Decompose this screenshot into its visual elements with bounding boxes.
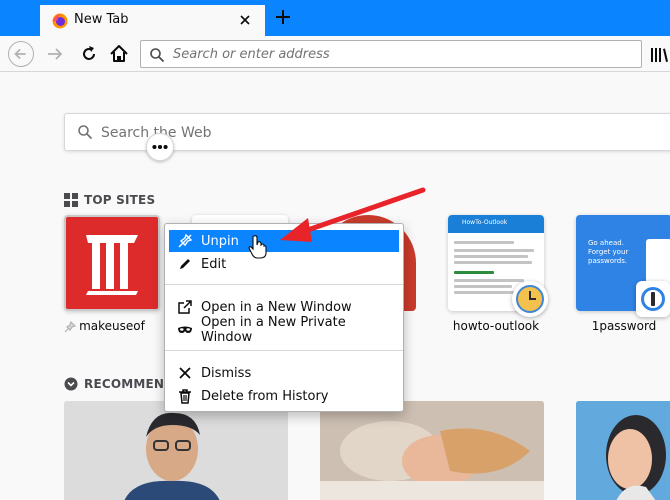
- site-label: howto-outlook: [452, 319, 540, 333]
- forward-arrow-icon[interactable]: [42, 41, 68, 67]
- recommended-heading[interactable]: RECOMMEND: [64, 377, 174, 391]
- menu-item-label: Edit: [201, 256, 227, 272]
- menu-item-label: Open in a New Private Window: [201, 315, 346, 345]
- more-options-icon[interactable]: [146, 133, 174, 161]
- makeuseof-thumbnail[interactable]: [64, 215, 160, 311]
- top-sites-heading[interactable]: TOP SITES: [64, 193, 155, 207]
- person-photo: [64, 401, 288, 500]
- menu-item-label: Unpin: [201, 233, 239, 249]
- back-arrow-icon[interactable]: [8, 41, 34, 67]
- search-icon: [150, 48, 165, 63]
- menu-item-edit[interactable]: Edit: [169, 253, 399, 275]
- navigation-toolbar: [0, 36, 670, 72]
- menu-item-label: Dismiss: [201, 365, 252, 381]
- tab-new-tab[interactable]: New Tab: [40, 3, 265, 36]
- illustration-image: [576, 401, 670, 500]
- hand-cursor-icon: [248, 235, 267, 259]
- reload-icon[interactable]: [76, 41, 102, 67]
- top-site-makeuseof[interactable]: makeuseof: [64, 215, 160, 333]
- grid-icon: [64, 193, 78, 207]
- recommendation-card[interactable]: [576, 401, 670, 500]
- howto-header-bar: HowTo-Outlook: [448, 215, 544, 233]
- firefox-icon: [52, 13, 68, 29]
- onepw-headline: Go ahead. Forget your passwords.: [588, 239, 629, 265]
- menu-item-dismiss[interactable]: Dismiss: [169, 362, 399, 384]
- chevron-down-icon: [64, 377, 78, 391]
- address-bar[interactable]: [140, 40, 642, 68]
- makeuseof-logo-icon: [86, 235, 138, 295]
- close-icon[interactable]: [235, 10, 255, 30]
- recommendation-card[interactable]: [320, 401, 544, 500]
- text-line: [454, 255, 528, 258]
- pencil-icon: [180, 259, 190, 269]
- menu-item-label: Delete from History: [201, 388, 329, 404]
- top-sites-label: TOP SITES: [84, 193, 156, 207]
- home-icon[interactable]: [106, 41, 132, 67]
- text-line: [454, 261, 532, 264]
- site-label: 1password: [591, 319, 657, 333]
- menu-item-label: Open in a New Window: [201, 299, 352, 315]
- tab-title: New Tab: [74, 12, 129, 27]
- address-input[interactable]: [173, 45, 613, 63]
- menu-item-open-private-window[interactable]: Open in a New Private Window: [169, 315, 399, 345]
- web-search-input[interactable]: [101, 123, 661, 143]
- menu-separator: [165, 350, 403, 351]
- text-line: [454, 279, 524, 282]
- new-window-icon: [178, 300, 192, 314]
- text-line: [454, 285, 512, 288]
- clock-badge-icon: [512, 281, 548, 317]
- top-site-context-menu: Unpin Edit Open in a New Window Open in …: [164, 223, 404, 412]
- menu-separator: [165, 284, 403, 285]
- text-line: [454, 249, 534, 252]
- library-icon[interactable]: [650, 46, 670, 64]
- tab-strip: New Tab: [0, 0, 670, 36]
- recommended-label: RECOMMEND: [84, 377, 175, 391]
- menu-item-unpin[interactable]: Unpin: [169, 230, 399, 252]
- x-icon: [179, 367, 191, 379]
- site-label: makeuseof: [79, 319, 145, 333]
- private-mask-icon: [178, 326, 192, 333]
- menu-item-delete-history[interactable]: Delete from History: [169, 385, 399, 407]
- howto-header-text: HowTo-Outlook: [462, 219, 508, 226]
- 1password-logo-icon: [636, 281, 670, 317]
- plus-icon[interactable]: [272, 6, 294, 28]
- text-line: [454, 271, 494, 274]
- sleeping-person-photo: [320, 401, 544, 500]
- unpin-icon: [178, 233, 193, 248]
- trash-icon: [179, 389, 191, 404]
- text-line: [454, 241, 514, 244]
- recommendation-card[interactable]: [64, 401, 288, 500]
- search-icon: [78, 125, 93, 140]
- text-line: [454, 291, 520, 294]
